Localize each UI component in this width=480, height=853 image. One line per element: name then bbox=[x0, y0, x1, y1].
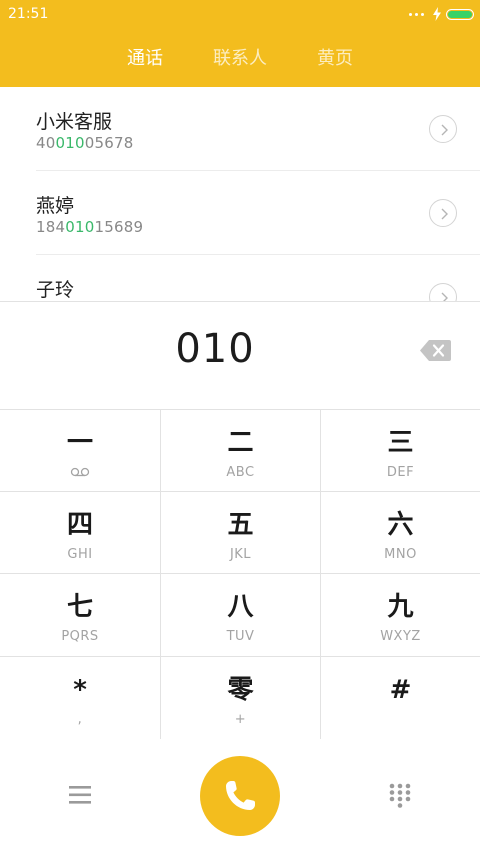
menu-icon[interactable] bbox=[68, 784, 92, 806]
key-0[interactable]: 零 + bbox=[161, 657, 321, 740]
key-label: 八 bbox=[227, 592, 254, 622]
bottom-action-bar bbox=[0, 739, 480, 853]
number-prefix: 184 bbox=[36, 218, 66, 236]
dialpad-icon[interactable] bbox=[388, 783, 412, 809]
contact-number: 4001005678 bbox=[36, 134, 133, 152]
key-sub: TUV bbox=[226, 629, 255, 644]
backspace-icon[interactable] bbox=[420, 340, 451, 361]
key-label: * bbox=[73, 675, 87, 705]
contact-name: 子玲 bbox=[36, 279, 75, 301]
key-sub: GHI bbox=[67, 547, 93, 562]
tab-calls[interactable]: 通话 bbox=[127, 44, 163, 70]
app-header: 21:51 通话 联系人 黄页 bbox=[0, 0, 480, 87]
charging-icon bbox=[433, 7, 441, 21]
key-label: 九 bbox=[387, 592, 414, 622]
key-9[interactable]: 九 WXYZ bbox=[321, 574, 480, 657]
number-match: 010 bbox=[55, 134, 85, 152]
key-label: 三 bbox=[387, 428, 414, 458]
key-label: 零 bbox=[227, 675, 254, 705]
key-label: 七 bbox=[66, 592, 93, 622]
chevron-right-icon bbox=[441, 208, 448, 220]
status-icons bbox=[409, 6, 474, 22]
key-5[interactable]: 五 JKL bbox=[161, 492, 321, 574]
key-star[interactable]: * , bbox=[0, 657, 161, 740]
key-sub: ABC bbox=[226, 465, 255, 480]
contact-name: 燕婷 bbox=[36, 195, 75, 217]
chevron-right-icon bbox=[441, 124, 448, 136]
key-1[interactable]: 一 bbox=[0, 410, 161, 492]
key-hash[interactable]: # bbox=[321, 657, 480, 740]
key-label: 一 bbox=[66, 428, 93, 458]
key-2[interactable]: 二 ABC bbox=[161, 410, 321, 492]
battery-level bbox=[448, 10, 472, 18]
search-results-list: 小米客服 4001005678 燕婷 18401015689 子玲 bbox=[0, 87, 480, 301]
tab-contacts[interactable]: 联系人 bbox=[213, 44, 267, 70]
key-8[interactable]: 八 TUV bbox=[161, 574, 321, 657]
list-item[interactable]: 小米客服 4001005678 bbox=[0, 87, 480, 171]
key-6[interactable]: 六 MNO bbox=[321, 492, 480, 574]
key-sub: , bbox=[77, 712, 83, 727]
signal-dots-icon bbox=[409, 12, 424, 16]
list-item[interactable]: 子玲 bbox=[0, 255, 480, 301]
key-label: 五 bbox=[227, 510, 254, 540]
key-label: 四 bbox=[66, 510, 93, 540]
tab-yellow-pages[interactable]: 黄页 bbox=[317, 44, 353, 70]
number-suffix: 15689 bbox=[94, 218, 144, 236]
key-3[interactable]: 三 DEF bbox=[321, 410, 480, 492]
contact-detail-button[interactable] bbox=[429, 283, 457, 301]
key-7[interactable]: 七 PQRS bbox=[0, 574, 161, 657]
dialed-number[interactable]: 010 bbox=[0, 326, 430, 372]
call-button[interactable] bbox=[200, 756, 280, 836]
key-label: # bbox=[389, 675, 412, 705]
key-sub: MNO bbox=[384, 547, 417, 562]
number-match: 010 bbox=[65, 218, 95, 236]
number-suffix: 05678 bbox=[84, 134, 134, 152]
chevron-right-icon bbox=[441, 292, 448, 301]
key-sub: PQRS bbox=[61, 629, 99, 644]
list-item[interactable]: 燕婷 18401015689 bbox=[0, 171, 480, 255]
battery-icon bbox=[446, 8, 474, 20]
key-sub: JKL bbox=[229, 547, 252, 562]
dial-keypad: 一 二 ABC 三 DEF 四 GHI 五 JKL 六 MNO 七 PQRS 八… bbox=[0, 409, 480, 740]
key-4[interactable]: 四 GHI bbox=[0, 492, 161, 574]
tab-bar: 通话 联系人 黄页 bbox=[0, 44, 480, 72]
contact-detail-button[interactable] bbox=[429, 199, 457, 227]
dial-input-area: 010 bbox=[0, 301, 480, 409]
status-bar: 21:51 bbox=[0, 0, 480, 30]
key-sub: WXYZ bbox=[380, 629, 421, 644]
key-sub: + bbox=[234, 712, 247, 727]
key-sub: DEF bbox=[386, 465, 415, 480]
status-time: 21:51 bbox=[8, 6, 49, 22]
key-label: 六 bbox=[387, 510, 414, 540]
key-sub bbox=[0, 466, 160, 481]
contact-number: 18401015689 bbox=[36, 218, 143, 236]
key-label: 二 bbox=[227, 428, 254, 458]
voicemail-icon bbox=[70, 467, 90, 477]
contact-detail-button[interactable] bbox=[429, 115, 457, 143]
number-prefix: 40 bbox=[36, 134, 56, 152]
contact-name: 小米客服 bbox=[36, 111, 113, 133]
phone-icon bbox=[226, 781, 255, 810]
